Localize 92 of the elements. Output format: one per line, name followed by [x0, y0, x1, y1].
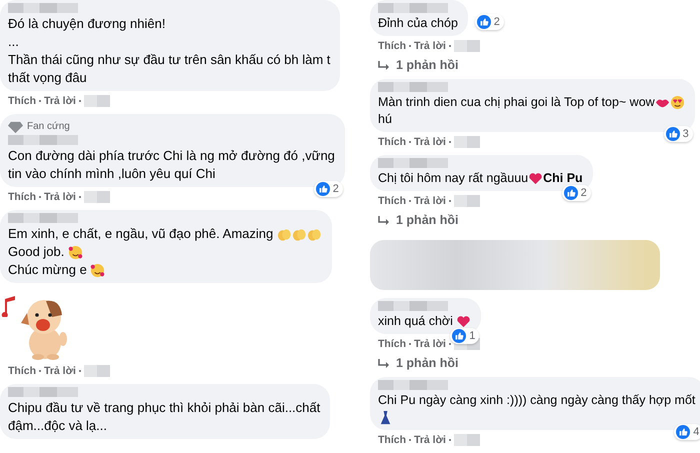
- blurred-timestamp: [84, 365, 110, 377]
- separator-dot: [409, 343, 411, 345]
- comment-text: Thần thái cũng như sự đầu tư trên sân khấu có bh làm t: [8, 51, 330, 69]
- thumbs-up-icon: [676, 425, 690, 439]
- thumbs-up-icon: [564, 186, 578, 200]
- blurred-timestamp: [454, 195, 480, 207]
- separator-dot: [409, 141, 411, 143]
- comment-action[interactable]: Trả lời: [414, 434, 446, 446]
- dress-icon: [378, 410, 393, 425]
- comment-action[interactable]: Thích: [378, 195, 406, 207]
- blurred-timestamp: [454, 136, 480, 148]
- comment-text: tin vào chính mình ,luôn yêu quí Chi: [8, 165, 216, 183]
- heart-icon: [528, 171, 544, 186]
- comment-action[interactable]: Thích: [8, 365, 36, 377]
- blurred-name: [8, 387, 78, 397]
- comment-text: hú: [378, 111, 392, 128]
- comment-text: Đỉnh của chóp: [378, 15, 458, 32]
- replies-link[interactable]: 1 phản hồi: [378, 213, 458, 228]
- comment-text: Chị tôi hôm nay rất ngầuuu: [378, 170, 528, 187]
- comment-action[interactable]: Thích: [378, 434, 406, 446]
- like-count: 2: [314, 181, 343, 197]
- comment-action[interactable]: Trả lời: [44, 365, 76, 377]
- blurred-name: [378, 82, 448, 92]
- comment-action[interactable]: Thích: [378, 338, 406, 350]
- blurred-timestamp: [454, 40, 480, 52]
- comment-text: Chúc mừng e: [8, 261, 88, 279]
- replies-link[interactable]: 1 phản hồi: [378, 356, 458, 371]
- comment-text: Good job.: [8, 243, 66, 261]
- separator-dot: [409, 439, 411, 441]
- smiling-face-icon: [68, 244, 83, 260]
- blurred-name: [8, 213, 78, 223]
- comment-action[interactable]: Trả lời: [414, 338, 446, 350]
- music-note-icon: [0, 295, 16, 317]
- blurred-name: [378, 380, 448, 390]
- blurred-name: [378, 3, 448, 13]
- separator-dot: [409, 45, 411, 47]
- separator-dot: [448, 343, 451, 345]
- separator-dot: [409, 200, 411, 202]
- blurred-name: [8, 3, 78, 13]
- separator-dot: [448, 141, 451, 143]
- separator-dot: [448, 200, 451, 202]
- like-count: 3: [664, 126, 693, 142]
- reply-arrow-icon: [378, 358, 390, 368]
- reply-arrow-icon: [378, 60, 390, 70]
- separator-dot: [448, 439, 451, 441]
- comment-action[interactable]: Thích: [378, 40, 406, 52]
- like-count: 2: [474, 14, 504, 30]
- blurred-name: [378, 301, 448, 311]
- comment-action[interactable]: Trả lời: [44, 95, 76, 107]
- smiling-face-icon: [90, 262, 106, 278]
- comment-action[interactable]: Trả lời: [414, 136, 446, 148]
- separator-dot: [39, 100, 41, 102]
- comment-action[interactable]: Trả lời: [414, 195, 446, 207]
- separator-dot: [78, 100, 81, 102]
- thumbs-up-icon: [666, 127, 680, 141]
- blurred-timestamp: [84, 191, 110, 203]
- comment-action[interactable]: Thích: [8, 191, 36, 203]
- comment-text: Em xinh, e chất, e ngầu, vũ đạo phê. Amazing: [8, 225, 274, 243]
- comment-text: Đó là chuyện đương nhiên!: [8, 15, 166, 33]
- mention-link[interactable]: Chi Pu: [543, 170, 583, 187]
- comment-text: đậm...độc và lạ...: [8, 417, 107, 435]
- separator-dot: [39, 370, 41, 372]
- thumbs-up-icon: [476, 15, 491, 29]
- comment-action[interactable]: Thích: [378, 136, 406, 148]
- comment-text: Chipu đầu tư về trang phục thì khỏi phải bàn cãi...chất: [8, 399, 320, 417]
- heart-eyes-icon: [670, 95, 685, 110]
- comment-action[interactable]: Trả lời: [44, 191, 76, 203]
- like-count: 2: [562, 185, 591, 201]
- replies-link[interactable]: 1 phản hồi: [378, 58, 458, 73]
- comment-text: Con đường dài phía trước Chi là ng mở đường đó ,vững: [8, 147, 335, 165]
- comment-text: Chi Pu ngày càng xinh :)))) càng ngày càng thấy hợp mốt: [378, 392, 696, 409]
- separator-dot: [448, 45, 451, 47]
- like-count: 4: [674, 424, 700, 440]
- blurred-timestamp: [454, 434, 480, 446]
- blurred-timestamp: [84, 95, 110, 107]
- thumbs-up-icon: [316, 182, 330, 196]
- blurred-name: [8, 135, 78, 145]
- separator-dot: [78, 196, 81, 198]
- blurred-name: [378, 158, 448, 168]
- comment-text: thất vọng đâu: [8, 69, 87, 87]
- comment-action[interactable]: Trả lời: [414, 40, 446, 52]
- comment-text: Màn trinh dien cua chị phai goi là Top of top~ wow: [378, 94, 655, 111]
- thumbs-up-icon: [452, 329, 466, 343]
- badge-label: Fan cứng: [27, 121, 70, 132]
- separator-dot: [39, 196, 41, 198]
- separator-dot: [78, 370, 81, 372]
- comment-text: xinh quá chời: [378, 313, 454, 330]
- reply-arrow-icon: [378, 216, 390, 226]
- heart-icon: [456, 314, 472, 329]
- comment-action[interactable]: Thích: [8, 95, 36, 107]
- like-count: 1: [450, 328, 480, 344]
- comment-text: ...: [8, 33, 19, 51]
